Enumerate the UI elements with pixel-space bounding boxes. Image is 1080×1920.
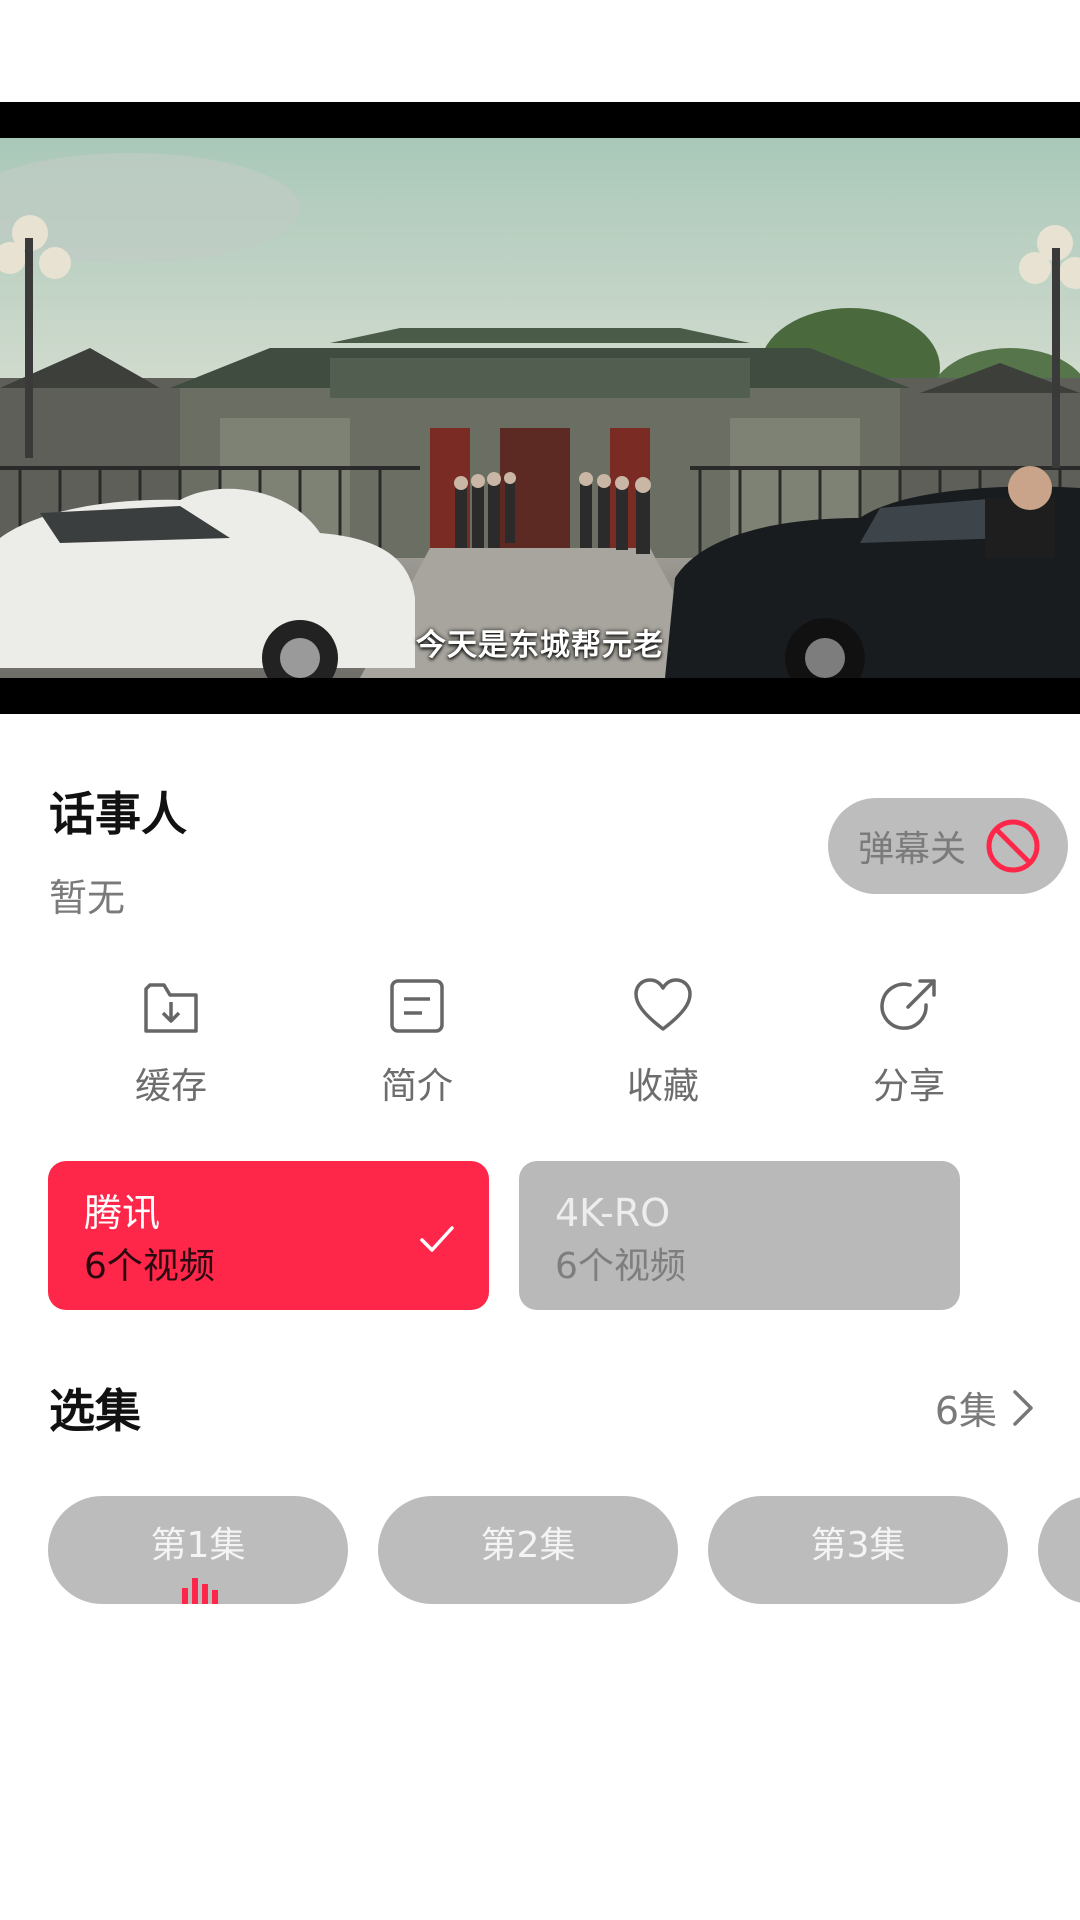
episode-list[interactable]: 第1集 第2集 第3集 bbox=[0, 1496, 1080, 1606]
show-title: 话事人 bbox=[49, 787, 187, 841]
video-subtitle: 今天是东城帮元老 bbox=[416, 628, 664, 663]
share-button[interactable]: 分享 bbox=[809, 975, 1009, 1109]
status-bar bbox=[0, 0, 1080, 102]
danmaku-toggle-button[interactable]: 弹幕关 bbox=[828, 798, 1068, 894]
source-count: 6个视频 bbox=[555, 1246, 686, 1287]
favorite-label: 收藏 bbox=[626, 1066, 699, 1107]
episode-pill-4[interactable] bbox=[1038, 1496, 1080, 1604]
cache-button[interactable]: 缓存 bbox=[71, 975, 271, 1109]
episode-label: 第1集 bbox=[150, 1525, 246, 1566]
source-card-4k-ro[interactable]: 4K-RO 6个视频 bbox=[519, 1161, 960, 1310]
danmaku-label: 弹幕关 bbox=[858, 829, 967, 870]
episode-pill-2[interactable]: 第2集 bbox=[378, 1496, 678, 1604]
source-name: 4K-RO bbox=[555, 1191, 671, 1235]
action-row: 缓存 简介 收藏 分享 bbox=[0, 975, 1080, 1125]
episode-count: 6集 bbox=[934, 1389, 997, 1433]
cache-label: 缓存 bbox=[134, 1066, 207, 1107]
chevron-right-icon bbox=[1013, 1389, 1033, 1426]
episode-label: 第3集 bbox=[810, 1525, 906, 1566]
episodes-title: 选集 bbox=[49, 1384, 141, 1438]
source-card-tencent[interactable]: 腾讯 6个视频 bbox=[48, 1161, 489, 1310]
document-icon bbox=[390, 979, 444, 1033]
share-label: 分享 bbox=[872, 1066, 945, 1107]
heart-icon bbox=[634, 978, 692, 1031]
source-name: 腾讯 bbox=[84, 1191, 161, 1235]
share-icon bbox=[880, 979, 936, 1030]
source-count: 6个视频 bbox=[84, 1246, 215, 1287]
show-description: 暂无 bbox=[49, 876, 126, 920]
episode-pill-3[interactable]: 第3集 bbox=[708, 1496, 1008, 1604]
download-folder-icon bbox=[144, 983, 198, 1033]
episodes-more-button[interactable]: 6集 bbox=[935, 1380, 1035, 1435]
check-icon bbox=[420, 1226, 454, 1252]
intro-button[interactable]: 简介 bbox=[317, 975, 517, 1109]
intro-label: 简介 bbox=[380, 1066, 453, 1107]
episode-pill-1[interactable]: 第1集 bbox=[48, 1496, 348, 1604]
episode-label: 第2集 bbox=[480, 1525, 576, 1566]
video-frame[interactable] bbox=[0, 138, 1080, 678]
playing-bars-icon bbox=[182, 1578, 218, 1604]
video-player[interactable]: 今天是东城帮元老 bbox=[0, 102, 1080, 714]
video-still-image bbox=[0, 138, 1080, 678]
favorite-button[interactable]: 收藏 bbox=[563, 975, 763, 1109]
no-danmaku-icon bbox=[986, 819, 1040, 873]
